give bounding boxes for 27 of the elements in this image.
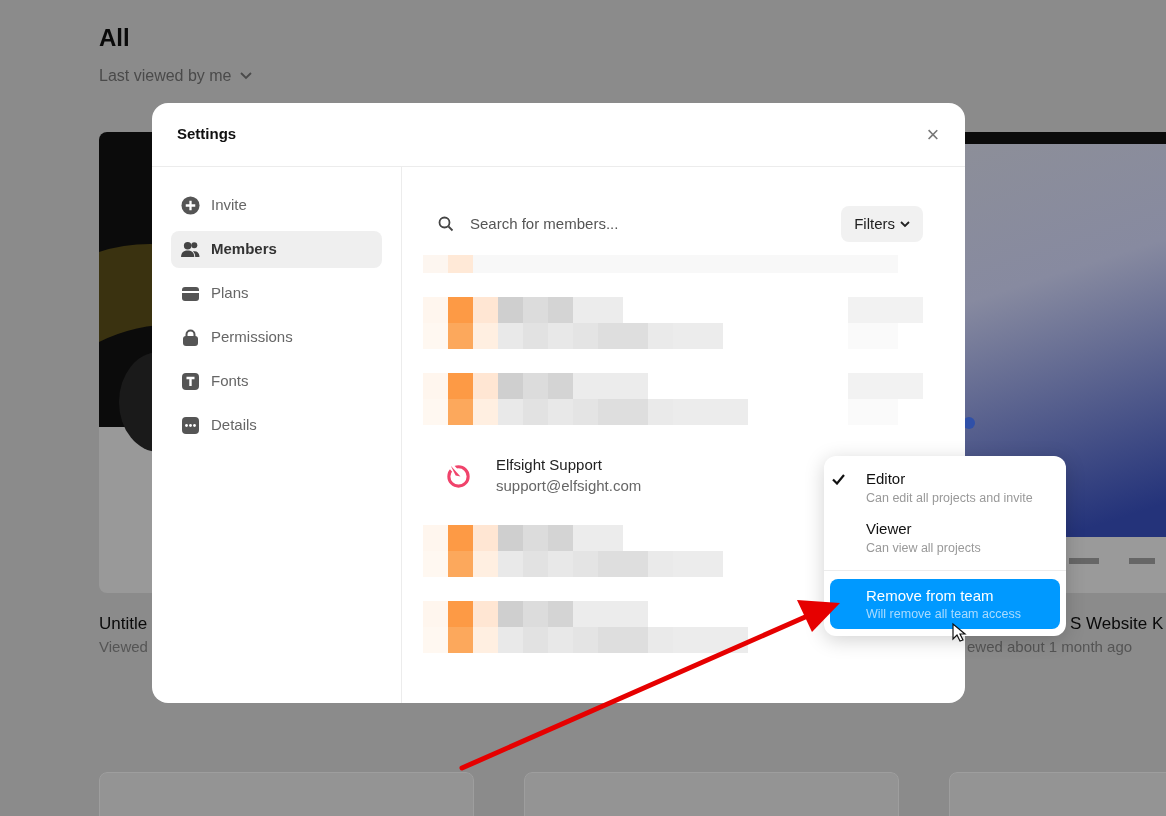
search-icon — [438, 216, 454, 232]
menu-item[interactable]: Viewer Can view all projects — [824, 518, 1066, 568]
sidebar-item[interactable]: Permissions — [171, 319, 382, 356]
search-field[interactable]: Search for members... — [470, 212, 798, 236]
remove-from-team-item[interactable]: Remove from team Will remove all team access — [830, 579, 1060, 629]
dialog-title: Settings — [177, 124, 237, 145]
page-title: All — [99, 23, 130, 53]
close-button[interactable]: × — [925, 124, 941, 145]
card-title: S Website K — [1070, 613, 1164, 635]
menu-item[interactable]: Editor Can edit all projects and invite — [824, 468, 1066, 518]
users-icon — [180, 241, 200, 258]
sidebar-item[interactable]: Invite — [171, 187, 382, 224]
member-email: support@elfsight.com — [496, 475, 642, 496]
filters-button[interactable]: Filters — [841, 206, 923, 242]
sidebar-item[interactable]: Details — [171, 407, 382, 444]
sidebar-item[interactable]: Members — [171, 231, 382, 268]
lock-icon — [182, 329, 198, 346]
chevron-down-icon — [900, 220, 910, 228]
card-icon — [181, 286, 199, 301]
chevron-down-icon — [239, 72, 252, 80]
plus-circle-icon — [180, 196, 200, 215]
member-name: Elfsight Support — [496, 454, 603, 475]
card-title: Untitle — [99, 613, 148, 635]
font-icon — [181, 373, 199, 390]
more-icon — [181, 417, 199, 434]
sidebar-item[interactable]: Plans — [171, 275, 382, 312]
sidebar-item[interactable]: Fonts — [171, 363, 382, 400]
